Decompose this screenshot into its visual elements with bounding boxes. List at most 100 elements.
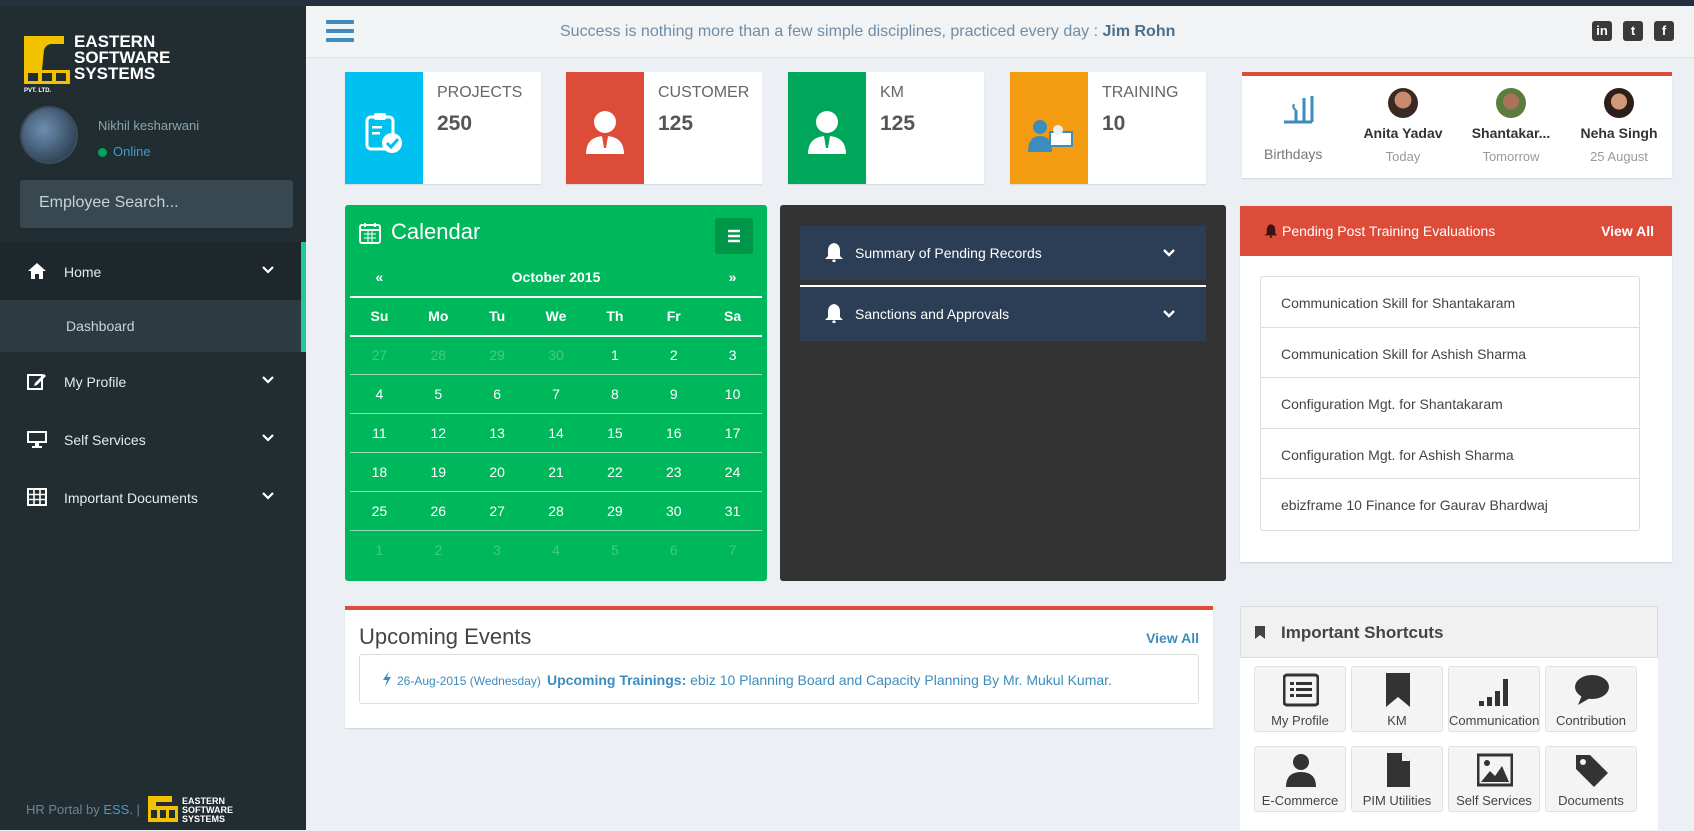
calendar-day[interactable]: 4 xyxy=(527,542,586,558)
calendar-day[interactable]: 9 xyxy=(644,386,703,402)
user-tie-icon xyxy=(586,111,624,154)
stat-card-training[interactable]: TRAINING 10 xyxy=(1010,72,1206,184)
image-icon xyxy=(1477,753,1513,787)
calendar-day[interactable]: 29 xyxy=(585,503,644,519)
calendar-day[interactable]: 4 xyxy=(350,386,409,402)
bookmark-icon xyxy=(1386,673,1410,707)
stat-card-km[interactable]: KM 125 xyxy=(788,72,984,184)
calendar-day[interactable]: 3 xyxy=(468,542,527,558)
tag-icon xyxy=(1576,755,1608,787)
calendar-day[interactable]: 30 xyxy=(527,347,586,363)
calendar-menu-button[interactable] xyxy=(715,218,753,254)
stat-card-customer[interactable]: CUSTOMER 125 xyxy=(566,72,762,184)
calendar-day[interactable]: 13 xyxy=(468,425,527,441)
calendar-day[interactable]: 27 xyxy=(350,347,409,363)
shortcut-contribution[interactable]: Contribution xyxy=(1545,666,1637,732)
calendar-day[interactable]: 18 xyxy=(350,464,409,480)
list-item[interactable]: Configuration Mgt. for Ashish Sharma xyxy=(1261,429,1639,479)
calendar-day[interactable]: 31 xyxy=(703,503,762,519)
shortcut-documents[interactable]: Documents xyxy=(1545,746,1637,812)
calendar-day[interactable]: 2 xyxy=(644,347,703,363)
calendar-day[interactable]: 20 xyxy=(468,464,527,480)
shortcut-km[interactable]: KM xyxy=(1351,666,1443,732)
calendar-day[interactable]: 14 xyxy=(527,425,586,441)
list-item[interactable]: Communication Skill for Ashish Sharma xyxy=(1261,328,1639,378)
calendar-day[interactable]: 17 xyxy=(703,425,762,441)
weekday-label: Tu xyxy=(489,308,506,325)
calendar-day[interactable]: 1 xyxy=(350,542,409,558)
list-item[interactable]: Communication Skill for Shantakaram xyxy=(1261,277,1639,328)
view-all-link[interactable]: View All xyxy=(1601,223,1654,239)
calendar-day[interactable]: 6 xyxy=(468,386,527,402)
employee-search-input[interactable]: Employee Search... xyxy=(20,180,293,228)
twitter-icon[interactable]: t xyxy=(1623,21,1643,41)
accordion-pending-records[interactable]: Summary of Pending Records xyxy=(800,226,1206,280)
calendar-day[interactable]: 25 xyxy=(350,503,409,519)
calendar-next-button[interactable]: » xyxy=(703,269,762,285)
birthday-person[interactable]: Anita Yadav Today xyxy=(1358,88,1448,164)
shortcut-pim-utilities[interactable]: PIM Utilities xyxy=(1351,746,1443,812)
calendar-day[interactable]: 7 xyxy=(527,386,586,402)
shortcut-communication[interactable]: Communication xyxy=(1448,666,1540,732)
list-item[interactable]: ebizframe 10 Finance for Gaurav Bhardwaj xyxy=(1261,479,1639,530)
sidebar-item-home[interactable]: Home xyxy=(0,242,306,300)
calendar-grid: « October 2015 » Su Mo Tu We Th Fr Sa 27… xyxy=(350,259,762,569)
calendar-month-label[interactable]: October 2015 xyxy=(409,269,703,285)
sidebar-item-my-profile[interactable]: My Profile xyxy=(0,352,306,410)
user-avatar[interactable] xyxy=(20,106,78,164)
chevron-down-icon xyxy=(262,434,274,442)
calendar-day[interactable]: 24 xyxy=(703,464,762,480)
linkedin-icon[interactable]: in xyxy=(1592,21,1612,41)
company-logo[interactable]: EASTERN SOFTWARE SYSTEMS PVT. LTD. xyxy=(24,30,234,94)
calendar-day[interactable]: 1 xyxy=(585,347,644,363)
calendar-day[interactable]: 23 xyxy=(644,464,703,480)
calendar-day[interactable]: 11 xyxy=(350,425,409,441)
shortcut-my-profile[interactable]: My Profile xyxy=(1254,666,1346,732)
calendar-day[interactable]: 27 xyxy=(468,503,527,519)
calendar-day[interactable]: 28 xyxy=(409,347,468,363)
stat-label: KM xyxy=(880,84,904,101)
event-description: ebiz 10 Planning Board and Capacity Plan… xyxy=(686,672,1112,688)
calendar-day[interactable]: 3 xyxy=(703,347,762,363)
birthday-person[interactable]: Shantakar... Tomorrow xyxy=(1466,88,1556,164)
stat-card-projects[interactable]: PROJECTS 250 xyxy=(345,72,541,184)
important-shortcuts-widget: Important Shortcuts My Profile KM Commun… xyxy=(1240,606,1658,830)
birthday-person[interactable]: Neha Singh 25 August xyxy=(1574,88,1664,164)
calendar-day[interactable]: 19 xyxy=(409,464,468,480)
calendar-day[interactable]: 21 xyxy=(527,464,586,480)
calendar-day[interactable]: 5 xyxy=(409,386,468,402)
calendar-day[interactable]: 29 xyxy=(468,347,527,363)
calendar-day[interactable]: 30 xyxy=(644,503,703,519)
shortcut-label: E-Commerce xyxy=(1261,793,1339,808)
calendar-day[interactable]: 15 xyxy=(585,425,644,441)
calendar-day[interactable]: 22 xyxy=(585,464,644,480)
view-all-link[interactable]: View All xyxy=(1146,630,1199,646)
calendar-day[interactable]: 5 xyxy=(585,542,644,558)
calendar-day[interactable]: 12 xyxy=(409,425,468,441)
calendar-day[interactable]: 8 xyxy=(585,386,644,402)
calendar-prev-button[interactable]: « xyxy=(350,269,409,285)
footer-ess-link[interactable]: ESS. xyxy=(103,802,133,817)
sidebar-item-self-services[interactable]: Self Services xyxy=(0,410,306,468)
calendar-day[interactable]: 26 xyxy=(409,503,468,519)
sidebar-toggle-icon[interactable] xyxy=(326,20,354,42)
shortcut-e-commerce[interactable]: E-Commerce xyxy=(1254,746,1346,812)
sidebar: EASTERN SOFTWARE SYSTEMS PVT. LTD. Nikhi… xyxy=(0,6,306,830)
stat-value: 10 xyxy=(1102,112,1126,135)
event-item[interactable]: 26-Aug-2015 (Wednesday) Upcoming Trainin… xyxy=(359,654,1199,704)
calendar-day[interactable]: 10 xyxy=(703,386,762,402)
shortcuts-title: Important Shortcuts xyxy=(1281,623,1444,642)
sidebar-item-dashboard[interactable]: Dashboard xyxy=(0,300,306,352)
sidebar-item-important-documents[interactable]: Important Documents xyxy=(0,468,306,526)
calendar-day[interactable]: 2 xyxy=(409,542,468,558)
calendar-day[interactable]: 16 xyxy=(644,425,703,441)
facebook-icon[interactable]: f xyxy=(1654,21,1674,41)
shortcut-self-services[interactable]: Self Services xyxy=(1448,746,1540,812)
accordion-sanctions-approvals[interactable]: Sanctions and Approvals xyxy=(800,287,1206,341)
avatar xyxy=(1388,88,1418,118)
calendar-day[interactable]: 28 xyxy=(527,503,586,519)
calendar-day[interactable]: 7 xyxy=(703,542,762,558)
calendar-day[interactable]: 6 xyxy=(644,542,703,558)
list-item[interactable]: Configuration Mgt. for Shantakaram xyxy=(1261,378,1639,429)
footer-logo-systems: SYSTEMS xyxy=(182,814,225,824)
